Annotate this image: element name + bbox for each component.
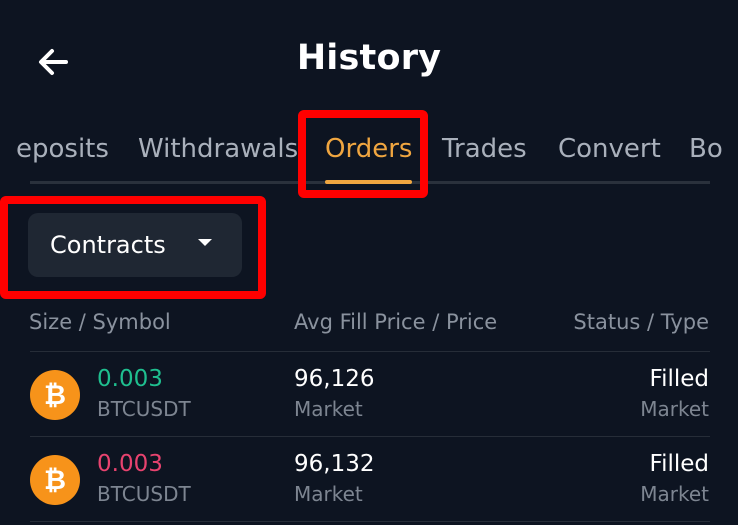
order-size: 0.003	[97, 451, 163, 477]
column-header-size-symbol: Size / Symbol	[29, 310, 171, 334]
tab-withdrawals[interactable]: Withdrawals	[138, 134, 298, 164]
svg-text:₿: ₿	[44, 380, 66, 411]
divider	[30, 521, 710, 522]
order-symbol: BTCUSDT	[97, 482, 191, 506]
page-title: History	[296, 38, 442, 78]
tab-deposits[interactable]: eposits	[16, 134, 109, 164]
order-size: 0.003	[97, 366, 163, 392]
order-symbol: BTCUSDT	[97, 397, 191, 421]
bitcoin-icon: ₿	[30, 455, 80, 505]
order-type: Market	[640, 482, 709, 506]
order-row[interactable]: ₿ 0.003 BTCUSDT 96,132 Market Filled Mar…	[0, 441, 738, 525]
order-status: Filled	[649, 366, 709, 392]
order-price: 96,132	[294, 451, 375, 477]
bitcoin-icon: ₿	[30, 370, 80, 420]
order-price-type: Market	[294, 482, 363, 506]
order-type: Market	[640, 397, 709, 421]
divider	[30, 436, 710, 437]
order-price-type: Market	[294, 397, 363, 421]
tab-bots[interactable]: Bo	[689, 134, 723, 164]
divider	[30, 351, 710, 352]
tab-trades[interactable]: Trades	[442, 134, 527, 164]
order-row[interactable]: ₿ 0.003 BTCUSDT 96,126 Market Filled Mar…	[0, 356, 738, 440]
svg-text:₿: ₿	[44, 465, 66, 496]
header: History	[0, 0, 738, 120]
tab-convert[interactable]: Convert	[558, 134, 661, 164]
order-price: 96,126	[294, 366, 375, 392]
highlight-box-contracts	[0, 196, 266, 299]
column-header-status-type: Status / Type	[573, 310, 709, 334]
highlight-box-orders	[298, 110, 428, 198]
column-header-price: Avg Fill Price / Price	[294, 310, 498, 334]
order-status: Filled	[649, 451, 709, 477]
